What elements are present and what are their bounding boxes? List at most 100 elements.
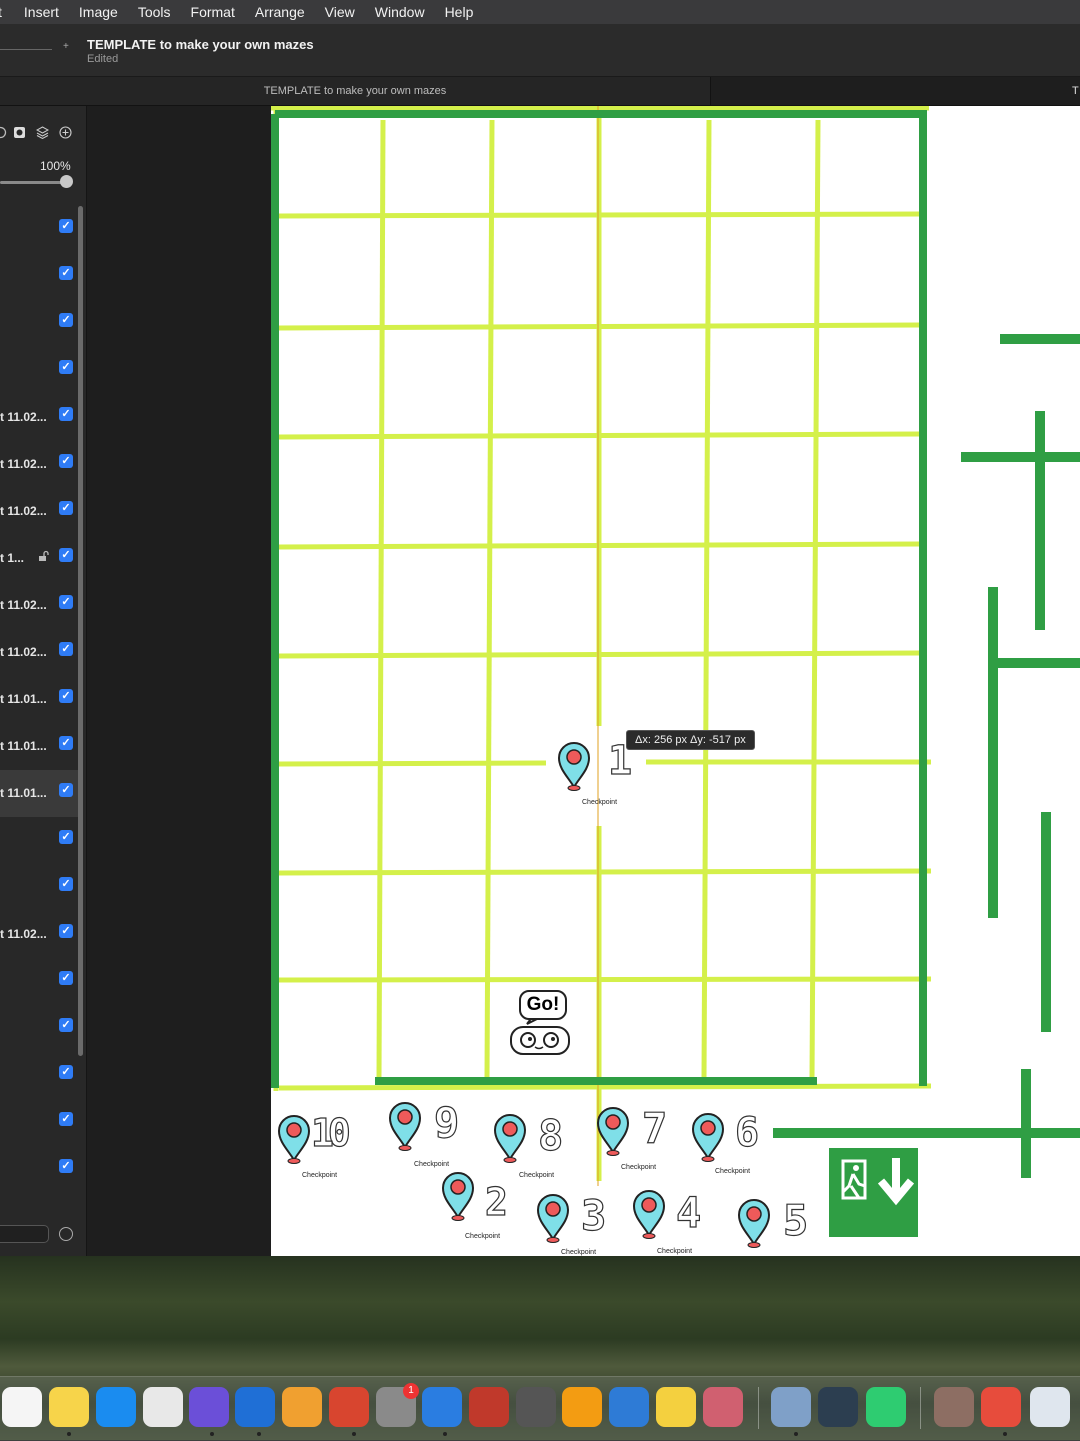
notes-icon[interactable] xyxy=(49,1387,89,1427)
imovie-icon[interactable] xyxy=(189,1387,229,1427)
layer-row[interactable]: t 11.02... ✓ xyxy=(0,394,78,441)
layer-row[interactable]: t 11.01... ✓ xyxy=(0,770,78,817)
scrivener-icon[interactable] xyxy=(235,1387,275,1427)
checkpoint-label: Checkpoint xyxy=(561,1249,597,1256)
layer-visibility-checkbox[interactable]: ✓ xyxy=(59,595,73,609)
map-pin-base xyxy=(567,785,581,791)
layer-row[interactable]: ✓ xyxy=(0,206,78,253)
menu-item-format[interactable]: Format xyxy=(191,4,235,20)
layer-row[interactable]: t 11.02... ✓ xyxy=(0,911,78,958)
layer-name: t 11.01... xyxy=(0,692,47,706)
layer-visibility-checkbox[interactable]: ✓ xyxy=(59,1065,73,1079)
layer-row[interactable]: ✓ xyxy=(0,1099,78,1146)
layer-visibility-checkbox[interactable]: ✓ xyxy=(59,1018,73,1032)
map-pin-dot xyxy=(700,1120,716,1136)
layer-row[interactable]: ✓ xyxy=(0,1005,78,1052)
affinity-designer-icon[interactable] xyxy=(981,1387,1021,1427)
layer-name: t 11.02... xyxy=(0,504,47,518)
menu-item-arrange[interactable]: Arrange xyxy=(255,4,305,20)
tab-other[interactable]: T xyxy=(1072,77,1079,105)
layer-row[interactable]: ✓ xyxy=(0,1052,78,1099)
menu-item-view[interactable]: View xyxy=(325,4,355,20)
layer-visibility-checkbox[interactable]: ✓ xyxy=(59,877,73,891)
menu-item-window[interactable]: Window xyxy=(375,4,425,20)
layer-visibility-checkbox[interactable]: ✓ xyxy=(59,971,73,985)
menu-item-tools[interactable]: Tools xyxy=(138,4,171,20)
affinity-icon[interactable] xyxy=(329,1387,369,1427)
layer-visibility-checkbox[interactable]: ✓ xyxy=(59,689,73,703)
layer-row[interactable]: t 11.02... ✓ xyxy=(0,441,78,488)
layer-row[interactable]: t 11.02... ✓ xyxy=(0,582,78,629)
layer-name: t 11.02... xyxy=(0,927,47,941)
zoom-in-icon[interactable]: + xyxy=(63,41,69,52)
layer-visibility-checkbox[interactable]: ✓ xyxy=(59,783,73,797)
calculator-icon[interactable] xyxy=(516,1387,556,1427)
app-store-icon[interactable] xyxy=(96,1387,136,1427)
pixelmator-icon[interactable] xyxy=(282,1387,322,1427)
document-canvas[interactable]: Go! Δx: 256 px Δy: -517 px 1 10 9 8 7 6 … xyxy=(271,106,1080,1256)
layer-row[interactable]: ✓ xyxy=(0,253,78,300)
keynote-icon[interactable] xyxy=(609,1387,649,1427)
layer-visibility-checkbox[interactable]: ✓ xyxy=(59,1159,73,1173)
layer-visibility-checkbox[interactable]: ✓ xyxy=(59,642,73,656)
reminders-icon[interactable] xyxy=(2,1387,42,1427)
layer-name: t 1... xyxy=(0,551,25,565)
menu-item-insert[interactable]: Insert xyxy=(24,4,59,20)
iphone-mirroring-icon[interactable] xyxy=(703,1387,743,1427)
opacity-slider-knob[interactable] xyxy=(60,175,73,188)
layer-row[interactable]: t 11.01... ✓ xyxy=(0,723,78,770)
layer-row[interactable]: t 1... ✓ xyxy=(0,535,78,582)
menu-item-image[interactable]: Image xyxy=(79,4,118,20)
numbers-icon[interactable] xyxy=(866,1387,906,1427)
mask-icon[interactable] xyxy=(13,126,26,139)
zoom-slider[interactable] xyxy=(0,49,52,50)
checkpoint-number-6: 6 xyxy=(734,1109,760,1156)
photos-stack-icon[interactable] xyxy=(934,1387,974,1427)
map-pin-dot xyxy=(605,1114,621,1130)
layer-row[interactable]: ✓ xyxy=(0,300,78,347)
circle-icon[interactable] xyxy=(0,126,7,139)
layer-visibility-checkbox[interactable]: ✓ xyxy=(59,736,73,750)
layer-visibility-checkbox[interactable]: ✓ xyxy=(59,548,73,562)
opacity-slider[interactable] xyxy=(0,181,66,184)
layer-row[interactable]: t 11.02... ✓ xyxy=(0,488,78,535)
focus-icon[interactable] xyxy=(422,1387,462,1427)
add-layer-icon[interactable] xyxy=(59,126,72,139)
menu-bar: t Insert Image Tools Format Arrange View… xyxy=(0,0,1080,24)
preview-icon[interactable] xyxy=(771,1387,811,1427)
spike-icon[interactable] xyxy=(656,1387,696,1427)
checkpoint-label: Checkpoint xyxy=(621,1164,657,1171)
layer-visibility-checkbox[interactable]: ✓ xyxy=(59,454,73,468)
layer-row[interactable]: t 11.01... ✓ xyxy=(0,676,78,723)
notification-badge: 1 xyxy=(403,1383,419,1399)
menu-item-edit[interactable]: t xyxy=(0,4,2,20)
layer-visibility-checkbox[interactable]: ✓ xyxy=(59,407,73,421)
layer-visibility-checkbox[interactable]: ✓ xyxy=(59,501,73,515)
pages-icon[interactable] xyxy=(562,1387,602,1427)
layer-visibility-checkbox[interactable]: ✓ xyxy=(59,219,73,233)
layer-search-input[interactable] xyxy=(0,1225,49,1243)
menu-item-help[interactable]: Help xyxy=(445,4,474,20)
dock-separator xyxy=(920,1387,921,1429)
layer-visibility-checkbox[interactable]: ✓ xyxy=(59,313,73,327)
layer-visibility-checkbox[interactable]: ✓ xyxy=(59,360,73,374)
filter-icon[interactable] xyxy=(59,1227,73,1241)
layer-row[interactable]: ✓ xyxy=(0,347,78,394)
chrome-icon[interactable] xyxy=(143,1387,183,1427)
tab-template[interactable]: TEMPLATE to make your own mazes xyxy=(0,77,711,105)
unlocked-icon[interactable] xyxy=(38,550,50,562)
layer-row[interactable]: ✓ xyxy=(0,1146,78,1193)
sidebar-scrollbar[interactable] xyxy=(78,206,83,1056)
layer-visibility-checkbox[interactable]: ✓ xyxy=(59,924,73,938)
quicktime-icon[interactable] xyxy=(818,1387,858,1427)
layer-visibility-checkbox[interactable]: ✓ xyxy=(59,830,73,844)
layer-row[interactable]: t 11.02... ✓ xyxy=(0,629,78,676)
layer-visibility-checkbox[interactable]: ✓ xyxy=(59,1112,73,1126)
layer-row[interactable]: ✓ xyxy=(0,817,78,864)
layers-icon[interactable] xyxy=(36,126,49,139)
rocket-icon[interactable] xyxy=(469,1387,509,1427)
layer-row[interactable]: ✓ xyxy=(0,864,78,911)
keyboard-viewer-icon[interactable] xyxy=(1030,1387,1070,1427)
layer-row[interactable]: ✓ xyxy=(0,958,78,1005)
layer-visibility-checkbox[interactable]: ✓ xyxy=(59,266,73,280)
